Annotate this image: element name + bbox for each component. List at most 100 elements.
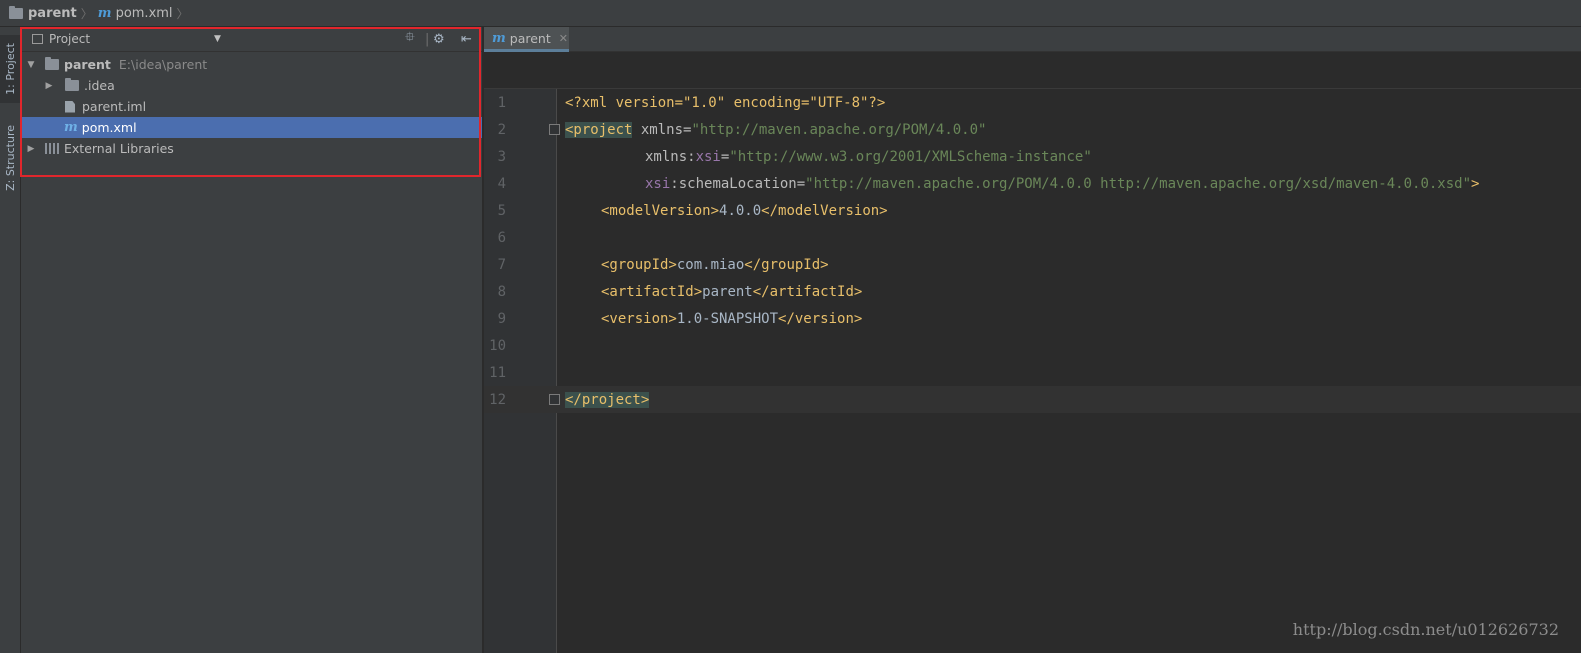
xml-tag: <groupId> [601, 256, 677, 273]
tool-tab-structure[interactable]: Z: Structure [0, 119, 21, 197]
breadcrumb-project-label: parent [28, 5, 77, 21]
fold-marker-icon[interactable] [549, 394, 560, 405]
tree-item-pom-xml-label: pom.xml [81, 120, 137, 135]
xml-tag: </version> [778, 310, 863, 327]
fold-marker-icon[interactable] [549, 124, 560, 135]
line-number: 6 [497, 229, 506, 246]
tree-item-external-libraries[interactable]: ▶ External Libraries [21, 138, 482, 159]
module-folder-icon [45, 57, 59, 70]
tree-item-idea-label: .idea [84, 78, 115, 93]
xml-text: 4.0.0 [719, 202, 762, 219]
tree-item-root[interactable]: ▼ parent E:\idea\parent [21, 54, 482, 75]
xml-value: "http://maven.apache.org/POM/4.0.0" [691, 121, 987, 138]
iml-file-icon [65, 100, 75, 113]
folder-icon [9, 5, 23, 19]
maven-file-icon: m [97, 5, 112, 21]
chevron-right-icon: 〉 [176, 6, 189, 21]
xml-tag-close: > [1471, 175, 1480, 192]
code-line: 1 <?xml version="1.0" encoding="UTF-8"?> [484, 89, 1581, 116]
line-number: 9 [497, 310, 506, 327]
line-number: 8 [497, 283, 506, 300]
tree-item-idea[interactable]: ▶ .idea [21, 75, 482, 96]
xml-attribute: :schemaLocation= [670, 175, 806, 192]
xml-tag: </groupId> [744, 256, 829, 273]
breadcrumb-file-label: pom.xml [115, 5, 173, 21]
hide-panel-icon[interactable]: ⇤ [461, 32, 472, 47]
code-line: 8 <artifactId> parent </artifactId> [484, 278, 1581, 305]
code-line: 4 xsi:schemaLocation= "http://maven.apach… [484, 170, 1581, 197]
code-line: 7 <groupId> com.miao </groupId> [484, 251, 1581, 278]
tool-window-strip: 1: Project Z: Structure [0, 27, 21, 653]
tree-item-parent-iml[interactable]: parent.iml [21, 96, 482, 117]
tree-item-root-label: parent [64, 57, 111, 72]
code-line: 2 <project xmlns= "http://maven.apache.or… [484, 116, 1581, 143]
breadcrumb-project[interactable]: parent 〉 [0, 5, 96, 22]
tree-item-external-libraries-label: External Libraries [64, 141, 174, 156]
line-number: 5 [497, 202, 506, 219]
tool-tab-project[interactable]: 1: Project [0, 35, 21, 103]
collapse-all-icon[interactable]: ⯐ [405, 28, 415, 50]
tree-item-parent-iml-label: parent.iml [82, 99, 147, 114]
project-panel: Project ▼ ⯐ | ⚙ ⇤ ▼ parent E:\idea\paren… [21, 27, 483, 653]
folder-icon [65, 78, 79, 91]
code-line: 3 xmlns: xsi = "http://www.w3.org/2001/XMLS… [484, 143, 1581, 170]
navigation-bar: parent 〉 m pom.xml 〉 [0, 0, 1581, 27]
xml-value: "http://www.w3.org/2001/XMLSchema-instan… [729, 148, 1092, 165]
xml-attribute: xmlns: [645, 148, 696, 165]
gear-icon[interactable]: ⚙ [433, 32, 445, 47]
line-number: 1 [497, 94, 506, 111]
xml-tag: </modelVersion> [761, 202, 888, 219]
line-number: 11 [489, 364, 506, 381]
xml-tag: <project [565, 121, 633, 138]
xml-text: com.miao [676, 256, 745, 273]
xml-tag: <version> [601, 310, 677, 327]
xml-attribute: xmlns= [632, 121, 692, 138]
tool-tab-structure-label: Z: Structure [4, 125, 17, 191]
code-line: 5 <modelVersion> 4.0.0 </modelVersion> [484, 197, 1581, 224]
code-area[interactable]: 1 <?xml version="1.0" encoding="UTF-8"?>… [484, 89, 1581, 653]
xml-tag: <modelVersion> [601, 202, 720, 219]
tree-item-root-path: E:\idea\parent [118, 57, 208, 72]
xml-value: "http://maven.apache.org/POM/4.0.0 http:… [805, 175, 1472, 192]
project-panel-title[interactable]: Project [49, 32, 90, 46]
expand-right-icon[interactable]: ▶ [25, 144, 37, 154]
view-dropdown-icon[interactable]: ▼ [214, 34, 221, 44]
line-number: 2 [497, 121, 506, 138]
line-number: 4 [497, 175, 506, 192]
editor: m parent ✕ 1 <?xml version="1.0" encodin… [484, 27, 1581, 653]
toolbar-divider: | [425, 31, 430, 47]
xml-namespace: xsi [645, 175, 671, 192]
editor-tab-label: parent [509, 30, 551, 46]
editor-tab-parent[interactable]: m parent ✕ [484, 27, 569, 52]
code-line-current: 12 </project> [484, 386, 1581, 413]
line-number: 10 [489, 337, 506, 354]
tool-tab-project-label: 1: Project [4, 43, 17, 95]
maven-file-icon: m [492, 30, 506, 46]
line-number: 3 [497, 148, 506, 165]
xml-text: 1.0-SNAPSHOT [676, 310, 779, 327]
code-line: 9 <version> 1.0-SNAPSHOT </version> [484, 305, 1581, 332]
project-panel-header: Project ▼ ⯐ | ⚙ ⇤ [21, 27, 482, 52]
chevron-right-icon: 〉 [80, 6, 93, 21]
xml-declaration: <?xml version="1.0" encoding="UTF-8"?> [565, 94, 886, 111]
editor-tab-bar: m parent ✕ [484, 27, 1581, 52]
breadcrumb-file[interactable]: m pom.xml 〉 [96, 5, 192, 22]
code-line: 10 [484, 332, 1581, 359]
xml-equals: = [720, 148, 730, 165]
expand-down-icon[interactable]: ▼ [25, 60, 37, 70]
xml-namespace: xsi [695, 148, 721, 165]
tree-item-pom-xml[interactable]: m pom.xml [21, 117, 482, 138]
close-icon[interactable]: ✕ [559, 32, 568, 45]
project-view-icon [32, 34, 43, 44]
xml-tag: <artifactId> [601, 283, 703, 300]
xml-text: parent [702, 283, 753, 300]
project-tree: ▼ parent E:\idea\parent ▶ .idea parent.i… [21, 54, 482, 159]
editor-breadcrumb-strip [484, 52, 1581, 89]
libraries-icon [45, 143, 59, 154]
xml-tag: </artifactId> [752, 283, 863, 300]
code-line: 6 [484, 224, 1581, 251]
watermark: http://blog.csdn.net/u012626732 [1292, 620, 1559, 639]
code-line: 11 [484, 359, 1581, 386]
xml-tag: </project> [565, 391, 650, 408]
expand-right-icon[interactable]: ▶ [43, 81, 55, 91]
